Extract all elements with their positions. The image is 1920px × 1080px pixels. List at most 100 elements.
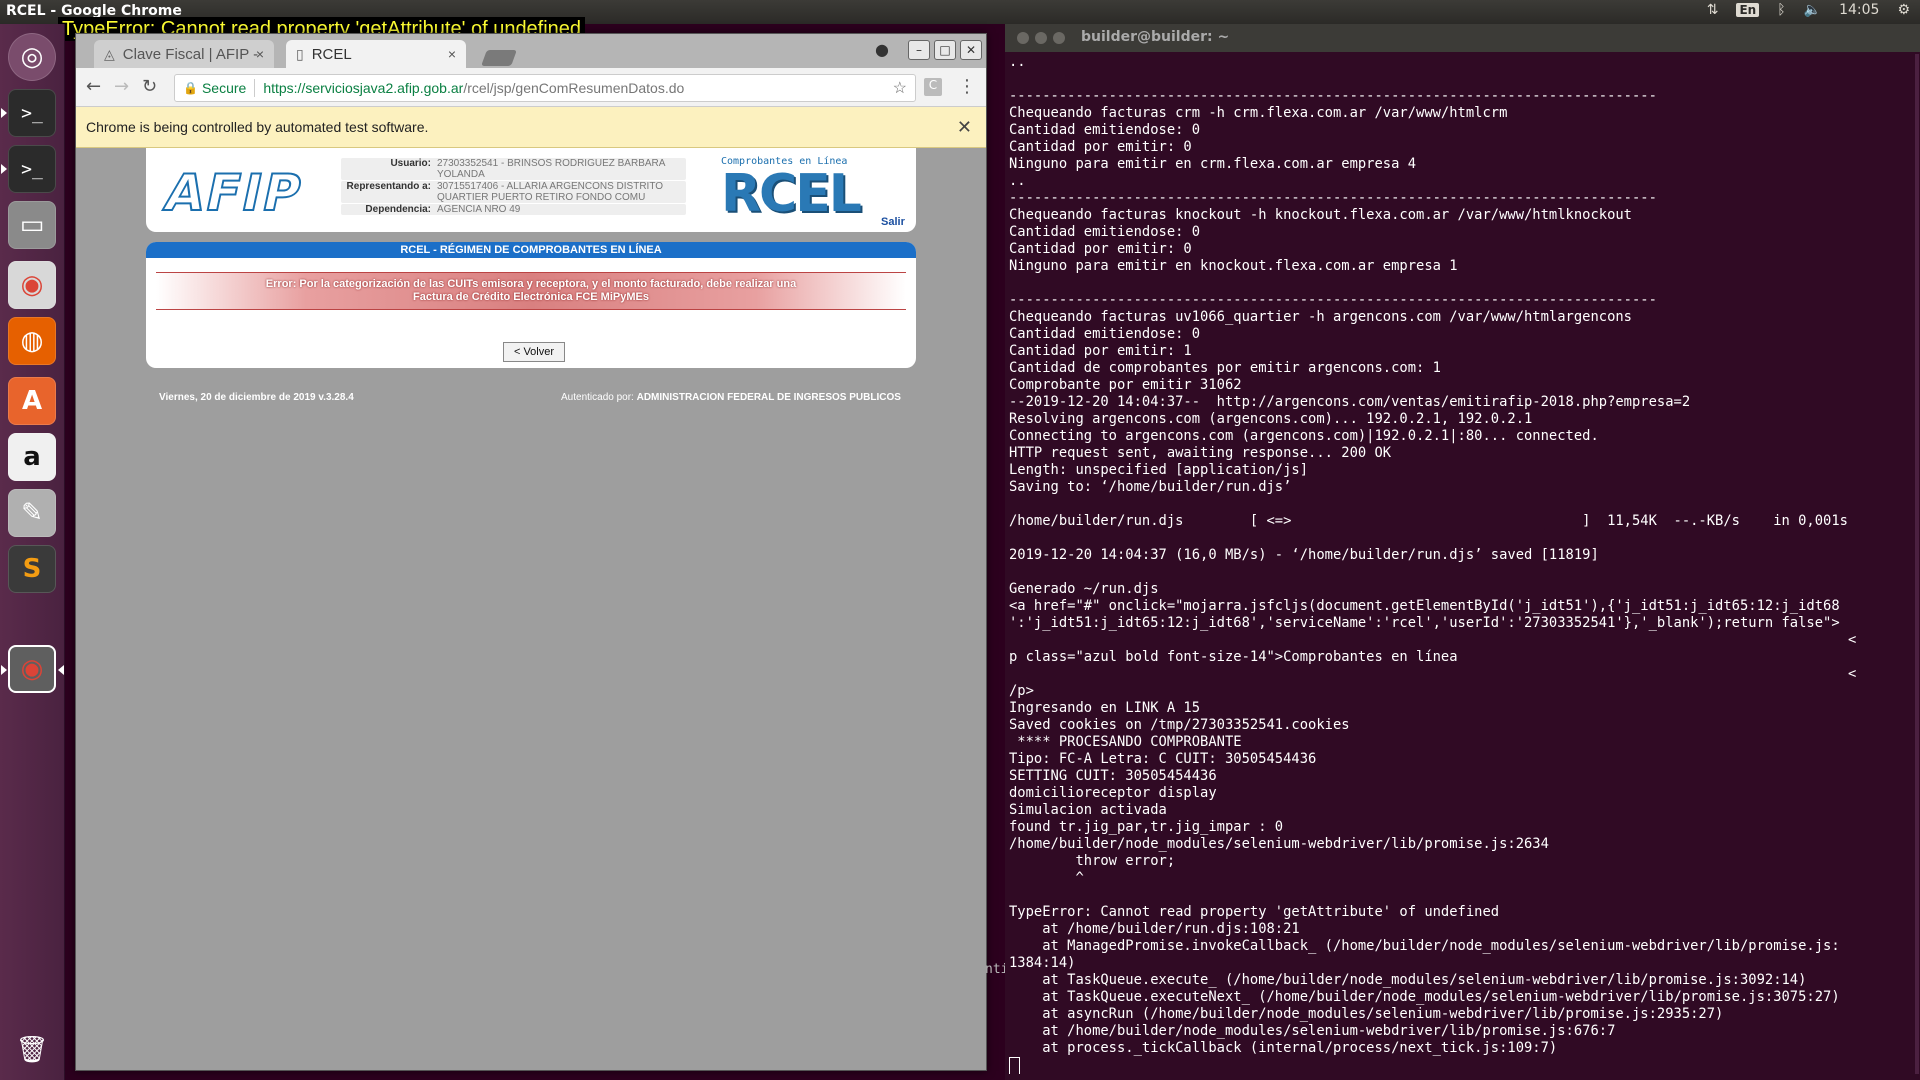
bluetooth-icon[interactable]: ᛒ bbox=[1777, 2, 1785, 18]
usuario-value: 27303352541 - BRINSOS RODRIGUEZ BARBARA … bbox=[437, 158, 665, 180]
salir-link[interactable]: Salir bbox=[881, 216, 905, 228]
terminal-line: 1384:14) bbox=[1009, 955, 1076, 971]
reload-button[interactable]: ↻ bbox=[142, 76, 157, 97]
volver-button[interactable]: < Volver bbox=[503, 342, 565, 362]
terminal-line: Cantidad por emitir: 1 bbox=[1009, 343, 1192, 359]
terminal-line: at asyncRun (/home/builder/node_modules/… bbox=[1009, 1006, 1724, 1022]
sublime-text-icon[interactable]: S bbox=[8, 545, 56, 593]
terminal-line: <a href="#" onclick="mojarra.jsfcljs(doc… bbox=[1009, 598, 1840, 614]
chrome-focused-indicator bbox=[58, 665, 64, 675]
terminal-line: Comprobante por emitir 31062 bbox=[1009, 377, 1242, 393]
infobar-message: Chrome is being controlled by automated … bbox=[86, 119, 429, 135]
chrome-window: ◬ Clave Fiscal | AFIP - × ▯ RCEL × ● – □… bbox=[75, 33, 987, 1071]
bookmark-star-icon[interactable]: ☆ bbox=[893, 78, 907, 98]
chrome-active-icon[interactable]: ◉ bbox=[8, 645, 56, 693]
file-manager-icon[interactable]: ▭ bbox=[8, 201, 56, 249]
terminal-line: ^ bbox=[1009, 870, 1084, 886]
afip-header: AFIP Usuario: 27303352541 - BRINSOS RODR… bbox=[146, 148, 916, 232]
tab-rcel[interactable]: ▯ RCEL × bbox=[286, 40, 466, 68]
footer-date-version: Viernes, 20 de diciembre de 2019 v.3.28.… bbox=[159, 392, 354, 403]
address-bar[interactable]: 🔒 Secure https://serviciosjava2.afip.gob… bbox=[174, 74, 916, 102]
panel-title: RCEL - RÉGIMEN DE COMPROBANTES EN LÍNEA bbox=[146, 242, 916, 258]
chrome-menu-icon[interactable]: ⋮ bbox=[958, 76, 976, 97]
terminal-icon[interactable]: >_ bbox=[8, 145, 56, 193]
ubuntu-dash-icon[interactable]: ◎ bbox=[8, 33, 56, 81]
terminal-line: at ManagedPromise.invokeCallback_ (/home… bbox=[1009, 938, 1840, 954]
tab-clave-fiscal[interactable]: ◬ Clave Fiscal | AFIP - × bbox=[94, 40, 274, 68]
new-tab-button[interactable] bbox=[481, 50, 517, 66]
terminal-icon[interactable]: >_ bbox=[8, 89, 56, 137]
terminal-line: ----------------------------------------… bbox=[1009, 292, 1657, 308]
representando-row: Representando a: 30715517406 - ALLARIA A… bbox=[341, 181, 686, 203]
firefox-icon[interactable]: ◍ bbox=[8, 317, 56, 365]
extension-icon[interactable]: C bbox=[924, 78, 942, 96]
minimize-button[interactable] bbox=[1035, 32, 1047, 44]
close-window-button[interactable]: ✕ bbox=[960, 40, 982, 60]
terminal-line: Chequeando facturas knockout -h knockout… bbox=[1009, 207, 1632, 223]
terminal-line: ':'j_idt51:j_idt65:12:j_idt68','serviceN… bbox=[1009, 615, 1840, 631]
terminal-line: SETTING CUIT: 30505454436 bbox=[1009, 768, 1217, 784]
terminal-line: Ninguno para emitir en knockout.flexa.co… bbox=[1009, 258, 1458, 274]
terminal-line: Saved cookies on /tmp/27303352541.cookie… bbox=[1009, 717, 1350, 733]
settings-icon[interactable]: ⚙ bbox=[1897, 2, 1910, 18]
dependencia-label: Dependencia: bbox=[365, 204, 431, 215]
software-center-icon[interactable]: A bbox=[8, 377, 56, 425]
tab-label: Clave Fiscal | AFIP - bbox=[122, 45, 259, 63]
terminal-titlebar: builder@builder: ~ bbox=[1005, 24, 1920, 52]
terminal-line: Connecting to argencons.com (argencons.c… bbox=[1009, 428, 1599, 444]
launcher: ◎ >_ >_ ▭ ◉ ◍ A a ✎ S ◉ 🗑 bbox=[0, 24, 65, 1080]
omnibox-separator bbox=[254, 79, 256, 97]
terminal-running-indicator bbox=[1, 164, 7, 174]
representando-label: Representando a: bbox=[346, 181, 431, 192]
terminal-line: Tipo: FC-A Letra: C CUIT: 30505454436 bbox=[1009, 751, 1317, 767]
keyboard-layout-indicator[interactable]: En bbox=[1736, 3, 1760, 17]
forward-button[interactable]: → bbox=[114, 76, 129, 97]
maximize-button[interactable] bbox=[1053, 32, 1065, 44]
terminal-line: Ninguno para emitir en crm.flexa.com.ar … bbox=[1009, 156, 1417, 172]
secure-label[interactable]: Secure bbox=[202, 80, 246, 96]
tab-close-icon[interactable]: × bbox=[256, 46, 264, 62]
terminal-line: Simulacion activada bbox=[1009, 802, 1167, 818]
terminal-line: /p> bbox=[1009, 683, 1034, 699]
lock-icon[interactable]: 🔒 bbox=[183, 81, 198, 95]
error-message-box: Error: Por la categorización de las CUIT… bbox=[156, 272, 906, 310]
clock[interactable]: 14:05 bbox=[1839, 2, 1879, 18]
volume-icon[interactable]: 🔈 bbox=[1804, 2, 1821, 18]
profile-icon[interactable]: ● bbox=[872, 40, 892, 59]
terminal-output[interactable]: .. --------------------------------------… bbox=[1009, 54, 1914, 1074]
infobar-close-icon[interactable]: ✕ bbox=[957, 117, 972, 138]
terminal-cursor bbox=[1009, 1057, 1020, 1074]
amazon-icon[interactable]: a bbox=[8, 433, 56, 481]
dependencia-row: Dependencia: AGENCIA NRO 49 bbox=[341, 204, 686, 215]
tab-strip: ◬ Clave Fiscal | AFIP - × ▯ RCEL × ● – □… bbox=[76, 34, 986, 68]
trash-icon[interactable]: 🗑 bbox=[8, 1026, 56, 1074]
back-button[interactable]: ← bbox=[86, 76, 101, 97]
chrome-icon[interactable]: ◉ bbox=[8, 261, 56, 309]
rcel-brand: Comprobantes en Línea RCEL bbox=[721, 156, 881, 226]
system-settings-icon[interactable]: ✎ bbox=[8, 489, 56, 537]
terminal-line: at process._tickCallback (internal/proce… bbox=[1009, 1040, 1558, 1056]
terminal-line: Length: unspecified [application/js] bbox=[1009, 462, 1309, 478]
terminal-line: Saving to: ‘/home/builder/run.djs’ bbox=[1009, 479, 1292, 495]
terminal-line: < bbox=[1009, 666, 1857, 682]
representando-value: 30715517406 - ALLARIA ARGENCONS DISTRITO… bbox=[437, 181, 664, 203]
minimize-button[interactable]: – bbox=[908, 40, 930, 60]
terminal-line: Resolving argencons.com (argencons.com).… bbox=[1009, 411, 1533, 427]
close-window-button[interactable] bbox=[1017, 32, 1029, 44]
terminal-scrollbar[interactable] bbox=[1915, 54, 1919, 1074]
maximize-button[interactable]: □ bbox=[934, 40, 956, 60]
network-icon[interactable]: ⇅ bbox=[1707, 2, 1719, 18]
terminal-window[interactable]: builder@builder: ~ .. -------------------… bbox=[1005, 24, 1920, 1080]
afip-favicon-icon: ◬ bbox=[104, 45, 115, 62]
terminal-line: **** PROCESANDO COMPROBANTE bbox=[1009, 734, 1242, 750]
terminal-line: Chequeando facturas uv1066_quartier -h a… bbox=[1009, 309, 1632, 325]
tab-label: RCEL bbox=[311, 45, 352, 63]
terminal-line: .. bbox=[1009, 173, 1026, 189]
tab-close-icon[interactable]: × bbox=[448, 46, 456, 62]
browser-toolbar: ← → ↻ 🔒 Secure https://serviciosjava2.af… bbox=[76, 68, 986, 107]
